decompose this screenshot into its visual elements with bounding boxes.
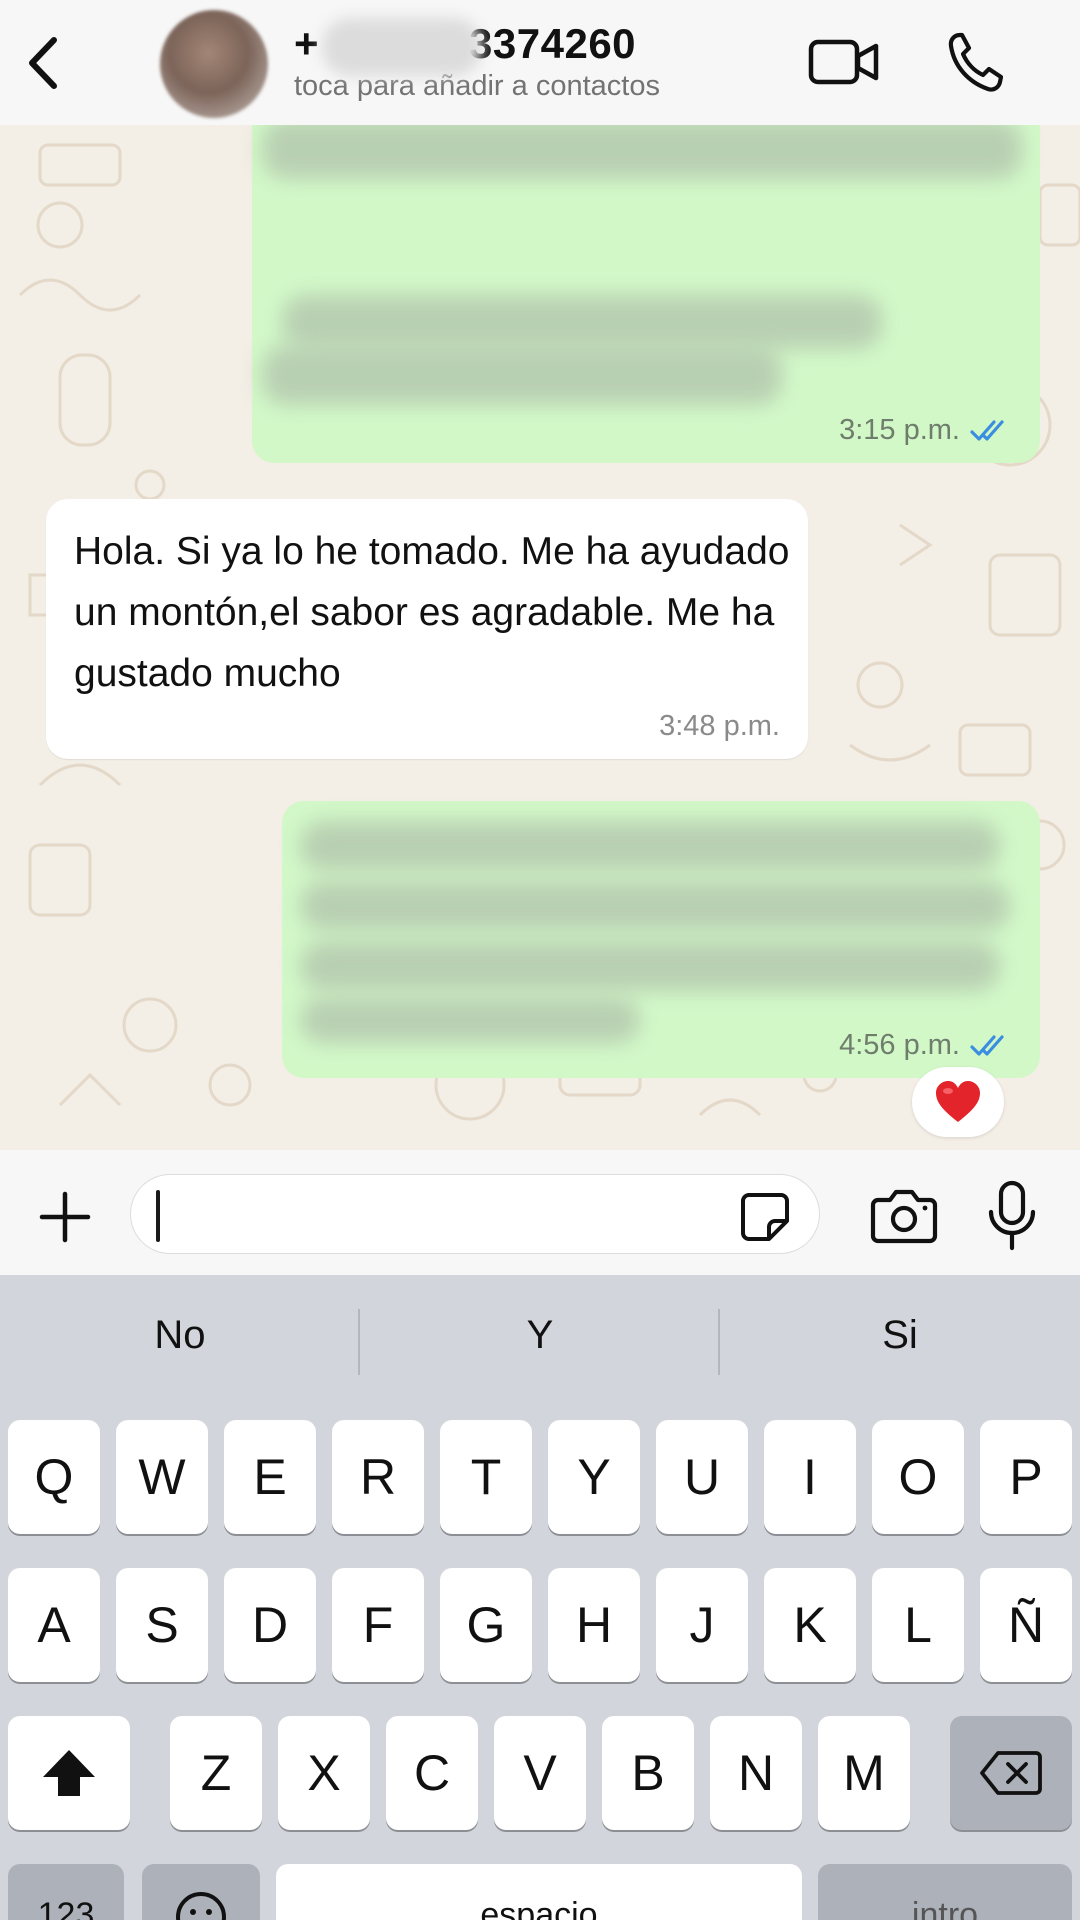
message-time: 3:15 p.m. — [839, 414, 960, 446]
redacted-text — [262, 345, 782, 405]
key-q[interactable]: Q — [8, 1420, 100, 1534]
contact-avatar[interactable] — [160, 10, 268, 118]
sticker-icon — [741, 1193, 789, 1241]
key-s[interactable]: S — [116, 1568, 208, 1682]
contact-number-prefix: + — [294, 20, 320, 67]
key-o[interactable]: O — [872, 1420, 964, 1534]
message-text: Hola. Si ya lo he tomado. Me ha ayudado … — [74, 530, 790, 695]
contact-number: +3374260 — [294, 18, 637, 76]
chevron-left-icon — [29, 37, 57, 89]
attach-button[interactable] — [36, 1188, 94, 1246]
key-m[interactable]: M — [818, 1716, 910, 1830]
message-meta: 4:56 p.m. — [839, 1029, 1012, 1062]
suggestion-si[interactable]: Si — [720, 1275, 1080, 1395]
key-n[interactable]: N — [710, 1716, 802, 1830]
key-j[interactable]: J — [656, 1568, 748, 1682]
message-time: 4:56 p.m. — [839, 1029, 960, 1061]
heart-icon — [936, 1081, 980, 1122]
sticker-button[interactable] — [739, 1191, 791, 1243]
redacted-text — [300, 997, 640, 1043]
whatsapp-chat-screen: +3374260 toca para añadir a contactos 3:… — [0, 0, 1080, 1920]
video-camera-icon — [808, 39, 879, 85]
key-g[interactable]: G — [440, 1568, 532, 1682]
key-x[interactable]: X — [278, 1716, 370, 1830]
key-z[interactable]: Z — [170, 1716, 262, 1830]
suggestion-bar: No Y Si — [0, 1275, 1080, 1395]
outgoing-message[interactable]: 3:15 p.m. — [252, 125, 1040, 463]
double-check-icon — [970, 1034, 1004, 1056]
contact-number-suffix: 3374260 — [469, 20, 637, 67]
key-e[interactable]: E — [224, 1420, 316, 1534]
redacted-text — [262, 125, 1022, 179]
numbers-key[interactable]: 123 — [8, 1864, 124, 1920]
chat-messages-area[interactable]: 3:15 p.m. Hola. Si ya lo he tomado. Me h… — [0, 125, 1080, 1150]
redacted-text — [282, 295, 882, 349]
outgoing-message[interactable]: 4:56 p.m. — [282, 801, 1040, 1078]
suggestion-y[interactable]: Y — [360, 1275, 720, 1395]
camera-icon — [870, 1189, 938, 1244]
message-meta: 3:48 p.m. — [659, 710, 780, 743]
key-v[interactable]: V — [494, 1716, 586, 1830]
key-p[interactable]: P — [980, 1420, 1072, 1534]
redacted-text — [300, 881, 1010, 931]
key-r[interactable]: R — [332, 1420, 424, 1534]
emoji-key[interactable] — [142, 1864, 260, 1920]
voice-message-button[interactable] — [984, 1180, 1040, 1252]
camera-button[interactable] — [870, 1186, 938, 1244]
key-w[interactable]: W — [116, 1420, 208, 1534]
message-time: 3:48 p.m. — [659, 710, 780, 742]
chat-header: +3374260 toca para añadir a contactos — [0, 0, 1080, 125]
redacted-text — [300, 941, 1000, 991]
key-f[interactable]: F — [332, 1568, 424, 1682]
video-call-button[interactable] — [808, 34, 880, 90]
redacted-number-blur — [322, 18, 482, 76]
heart-reaction[interactable] — [912, 1067, 1004, 1137]
message-text-field[interactable] — [130, 1174, 820, 1254]
space-key[interactable]: espacio — [276, 1864, 802, 1920]
key-l[interactable]: L — [872, 1568, 964, 1682]
message-input-bar — [0, 1150, 1080, 1275]
key-y[interactable]: Y — [548, 1420, 640, 1534]
emoji-icon — [176, 1892, 226, 1920]
incoming-message[interactable]: Hola. Si ya lo he tomado. Me ha ayudado … — [46, 499, 808, 759]
key-d[interactable]: D — [224, 1568, 316, 1682]
key-a[interactable]: A — [8, 1568, 100, 1682]
back-button[interactable] — [18, 28, 68, 98]
backspace-icon — [980, 1751, 1042, 1795]
microphone-icon — [988, 1180, 1036, 1251]
text-caret — [156, 1190, 160, 1242]
key-k[interactable]: K — [764, 1568, 856, 1682]
suggestion-no[interactable]: No — [0, 1275, 360, 1395]
double-check-icon — [970, 419, 1004, 441]
return-key[interactable]: intro — [818, 1864, 1072, 1920]
key-t[interactable]: T — [440, 1420, 532, 1534]
plus-icon — [39, 1191, 91, 1243]
onscreen-keyboard: No Y Si Q W E R T Y U I O P A S D F G H … — [0, 1275, 1080, 1920]
key-h[interactable]: H — [548, 1568, 640, 1682]
voice-call-button[interactable] — [946, 30, 1004, 94]
phone-icon — [948, 32, 1004, 92]
key-enye[interactable]: Ñ — [980, 1568, 1072, 1682]
contact-info[interactable]: +3374260 toca para añadir a contactos — [294, 18, 774, 103]
key-i[interactable]: I — [764, 1420, 856, 1534]
message-meta: 3:15 p.m. — [839, 414, 1012, 447]
shift-arrow-icon — [43, 1750, 95, 1796]
key-b[interactable]: B — [602, 1716, 694, 1830]
delete-key[interactable] — [950, 1716, 1072, 1830]
key-c[interactable]: C — [386, 1716, 478, 1830]
shift-key[interactable] — [8, 1716, 130, 1830]
key-u[interactable]: U — [656, 1420, 748, 1534]
redacted-text — [300, 821, 1000, 871]
